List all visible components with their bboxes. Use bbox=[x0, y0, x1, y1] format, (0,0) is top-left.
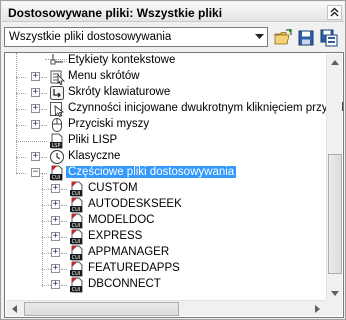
customize-files-panel: Dostosowywane pliki: Wszystkie pliki Wsz… bbox=[0, 0, 346, 320]
tree-item-label: Etykiety kontekstowe bbox=[68, 54, 176, 66]
expand-icon[interactable]: + bbox=[51, 200, 60, 209]
open-folder-icon[interactable] bbox=[274, 29, 292, 47]
tree-item-label: DBCONNECT bbox=[88, 278, 161, 290]
expand-icon[interactable]: + bbox=[31, 88, 40, 97]
scrollbar-corner bbox=[325, 299, 342, 316]
double-click-icon bbox=[50, 102, 65, 117]
tree-item-autodeskseek[interactable]: + CUI AUTODESKSEEK bbox=[5, 197, 343, 213]
expand-icon[interactable]: + bbox=[51, 248, 60, 257]
expand-icon[interactable]: + bbox=[31, 72, 40, 81]
cui-file-icon: CUI bbox=[70, 245, 83, 261]
expand-icon[interactable]: + bbox=[51, 264, 60, 273]
panel-titlebar: Dostosowywane pliki: Wszystkie pliki bbox=[2, 2, 344, 22]
cui-file-icon: CUI bbox=[70, 213, 83, 229]
collapse-node-icon[interactable]: − bbox=[31, 168, 40, 177]
tree-item-label: Pliki LISP bbox=[68, 134, 118, 146]
expand-icon[interactable]: + bbox=[31, 104, 40, 113]
tree-item-legacy[interactable]: + Klasyczne bbox=[5, 149, 343, 165]
tree-item-label: Menu skrótów bbox=[68, 70, 140, 82]
cui-file-icon: CUI bbox=[70, 261, 83, 277]
tree-item-label: CUSTOM bbox=[88, 182, 138, 194]
panel-title: Dostosowywane pliki: Wszystkie pliki bbox=[8, 6, 223, 20]
cui-file-icon: CUI bbox=[70, 197, 83, 213]
horizontal-scroll-thumb[interactable] bbox=[24, 302, 179, 316]
tree-item-express[interactable]: + CUI EXPRESS bbox=[5, 229, 343, 245]
svg-text:CUI: CUI bbox=[72, 287, 81, 293]
vertical-scrollbar[interactable] bbox=[326, 54, 342, 301]
expand-icon[interactable]: + bbox=[51, 232, 60, 241]
tree-item-keyboard-shortcuts[interactable]: + Skróty klawiaturowe bbox=[5, 85, 343, 101]
save-as-icon[interactable] bbox=[320, 29, 338, 47]
keyboard-shortcut-icon bbox=[50, 86, 64, 100]
tree-item-context-tabs[interactable]: Etykiety kontekstowe bbox=[5, 53, 343, 69]
chevron-down-icon[interactable] bbox=[251, 28, 267, 46]
tree-item-label-selected: Częściowe pliki dostosowywania bbox=[66, 166, 237, 178]
expand-icon[interactable]: + bbox=[31, 152, 40, 161]
context-tab-icon bbox=[50, 54, 63, 65]
mouse-icon bbox=[52, 118, 62, 132]
scroll-left-icon[interactable] bbox=[6, 301, 22, 317]
tree-item-partial-cui-files[interactable]: − CUI Częściowe pliki dostosowywania bbox=[5, 165, 343, 181]
tree-item-label: APPMANAGER bbox=[88, 246, 170, 258]
expand-icon[interactable]: + bbox=[51, 216, 60, 225]
expand-icon[interactable]: + bbox=[51, 184, 60, 193]
cui-file-icon: CUI bbox=[70, 277, 83, 293]
horizontal-scrollbar[interactable] bbox=[6, 300, 325, 316]
clock-icon bbox=[50, 150, 64, 164]
tree-item-double-click-actions[interactable]: + Czynności inicjowane dwukrotnym klikni… bbox=[5, 101, 344, 117]
scroll-right-icon[interactable] bbox=[309, 301, 325, 317]
tree-item-dbconnect[interactable]: + CUI DBCONNECT bbox=[5, 277, 343, 293]
cui-file-icon: CUI bbox=[50, 165, 63, 181]
cui-file-icon: CUI bbox=[70, 229, 83, 245]
cui-file-icon: CUI bbox=[70, 181, 83, 197]
tree-item-label: EXPRESS bbox=[88, 230, 143, 242]
tree-item-label: MODELDOC bbox=[88, 214, 155, 226]
tree-item-label: Czynności inicjowane dwukrotnym kliknięc… bbox=[68, 102, 344, 114]
tree-item-appmanager[interactable]: + CUI APPMANAGER bbox=[5, 245, 343, 261]
shortcut-menu-icon bbox=[50, 70, 65, 85]
tree-item-shortcut-menus[interactable]: + Menu skrótów bbox=[5, 69, 343, 85]
lisp-file-icon: LSP bbox=[50, 133, 63, 149]
vertical-scroll-thumb[interactable] bbox=[328, 154, 342, 274]
customization-tree[interactable]: Etykiety kontekstowe + Menu skrótów + Sk… bbox=[4, 52, 344, 318]
tree-item-custom[interactable]: + CUI CUSTOM bbox=[5, 181, 343, 197]
tree-item-label: AUTODESKSEEK bbox=[88, 198, 182, 210]
toolbar: Wszystkie pliki dostosowywania bbox=[1, 23, 346, 49]
collapse-icon[interactable] bbox=[327, 5, 342, 20]
tree-item-label: Skróty klawiaturowe bbox=[68, 86, 171, 98]
expand-icon[interactable]: + bbox=[31, 120, 40, 129]
tree-item-mouse-buttons[interactable]: + Przyciski myszy bbox=[5, 117, 343, 133]
dropdown-value: Wszystkie pliki dostosowywania bbox=[9, 31, 172, 43]
tree-item-label: Przyciski myszy bbox=[68, 118, 150, 130]
tree-item-label: FEATUREDAPPS bbox=[88, 262, 180, 274]
scroll-up-icon[interactable] bbox=[327, 54, 343, 70]
tree-item-modeldoc[interactable]: + CUI MODELDOC bbox=[5, 213, 343, 229]
file-filter-dropdown[interactable]: Wszystkie pliki dostosowywania bbox=[4, 27, 268, 47]
tree-item-lisp-files[interactable]: LSP Pliki LISP bbox=[5, 133, 343, 149]
tree-item-featuredapps[interactable]: + CUI FEATUREDAPPS bbox=[5, 261, 343, 277]
save-icon[interactable] bbox=[297, 29, 315, 47]
expand-icon[interactable]: + bbox=[51, 280, 60, 289]
tree-item-label: Klasyczne bbox=[68, 150, 121, 162]
